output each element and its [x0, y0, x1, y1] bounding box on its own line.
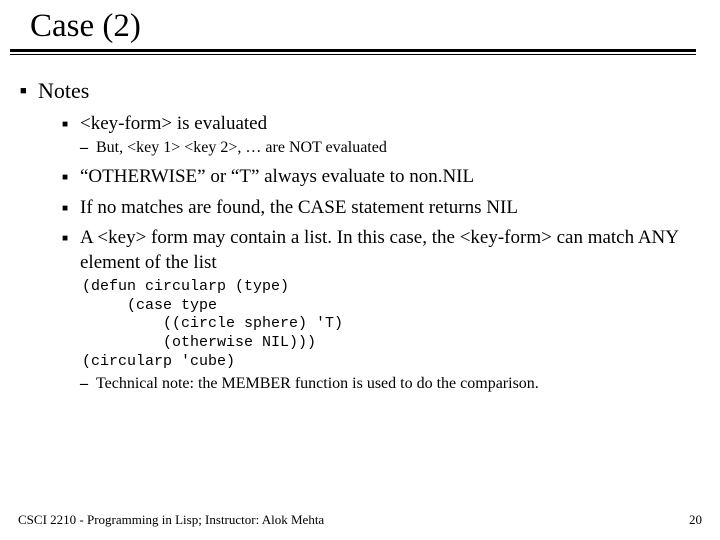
- list-item: ■ A <key> form may contain a list. In th…: [60, 226, 704, 394]
- section-heading: Notes: [38, 78, 89, 103]
- bullet-icon: ■: [60, 165, 80, 190]
- item-text: “OTHERWISE” or “T” always evaluate to no…: [80, 165, 704, 190]
- sub-note: – But, <key 1> <key 2>, … are NOT evalua…: [80, 138, 704, 159]
- section-notes: ■ Notes ■ <key-form> is evaluated – But,…: [16, 77, 704, 394]
- sub-note: – Technical note: the MEMBER function is…: [80, 374, 704, 395]
- sub-note-text: But, <key 1> <key 2>, … are NOT evaluate…: [96, 138, 704, 159]
- list-item: ■ <key-form> is evaluated – But, <key 1>…: [60, 112, 704, 159]
- content-area: ■ Notes ■ <key-form> is evaluated – But,…: [0, 55, 720, 394]
- footer-left: CSCI 2210 - Programming in Lisp; Instruc…: [18, 512, 324, 528]
- bullet-icon: ■: [60, 112, 80, 159]
- code-block: (defun circularp (type) (case type ((cir…: [82, 278, 704, 372]
- slide-title: Case (2): [0, 0, 720, 49]
- list-item: ■ If no matches are found, the CASE stat…: [60, 196, 704, 221]
- dash-icon: –: [80, 374, 96, 395]
- item-text: If no matches are found, the CASE statem…: [80, 196, 704, 221]
- list-item: ■ “OTHERWISE” or “T” always evaluate to …: [60, 165, 704, 190]
- item-text: <key-form> is evaluated: [80, 113, 267, 134]
- footer: CSCI 2210 - Programming in Lisp; Instruc…: [0, 512, 720, 528]
- title-rule-thick: [10, 49, 696, 52]
- bullet-icon: ■: [60, 226, 80, 394]
- item-text: A <key> form may contain a list. In this…: [80, 227, 678, 273]
- dash-icon: –: [80, 138, 96, 159]
- sub-note-text: Technical note: the MEMBER function is u…: [96, 374, 704, 395]
- bullet-icon: ■: [60, 196, 80, 221]
- bullet-icon: ■: [16, 77, 38, 394]
- page-number: 20: [689, 512, 702, 528]
